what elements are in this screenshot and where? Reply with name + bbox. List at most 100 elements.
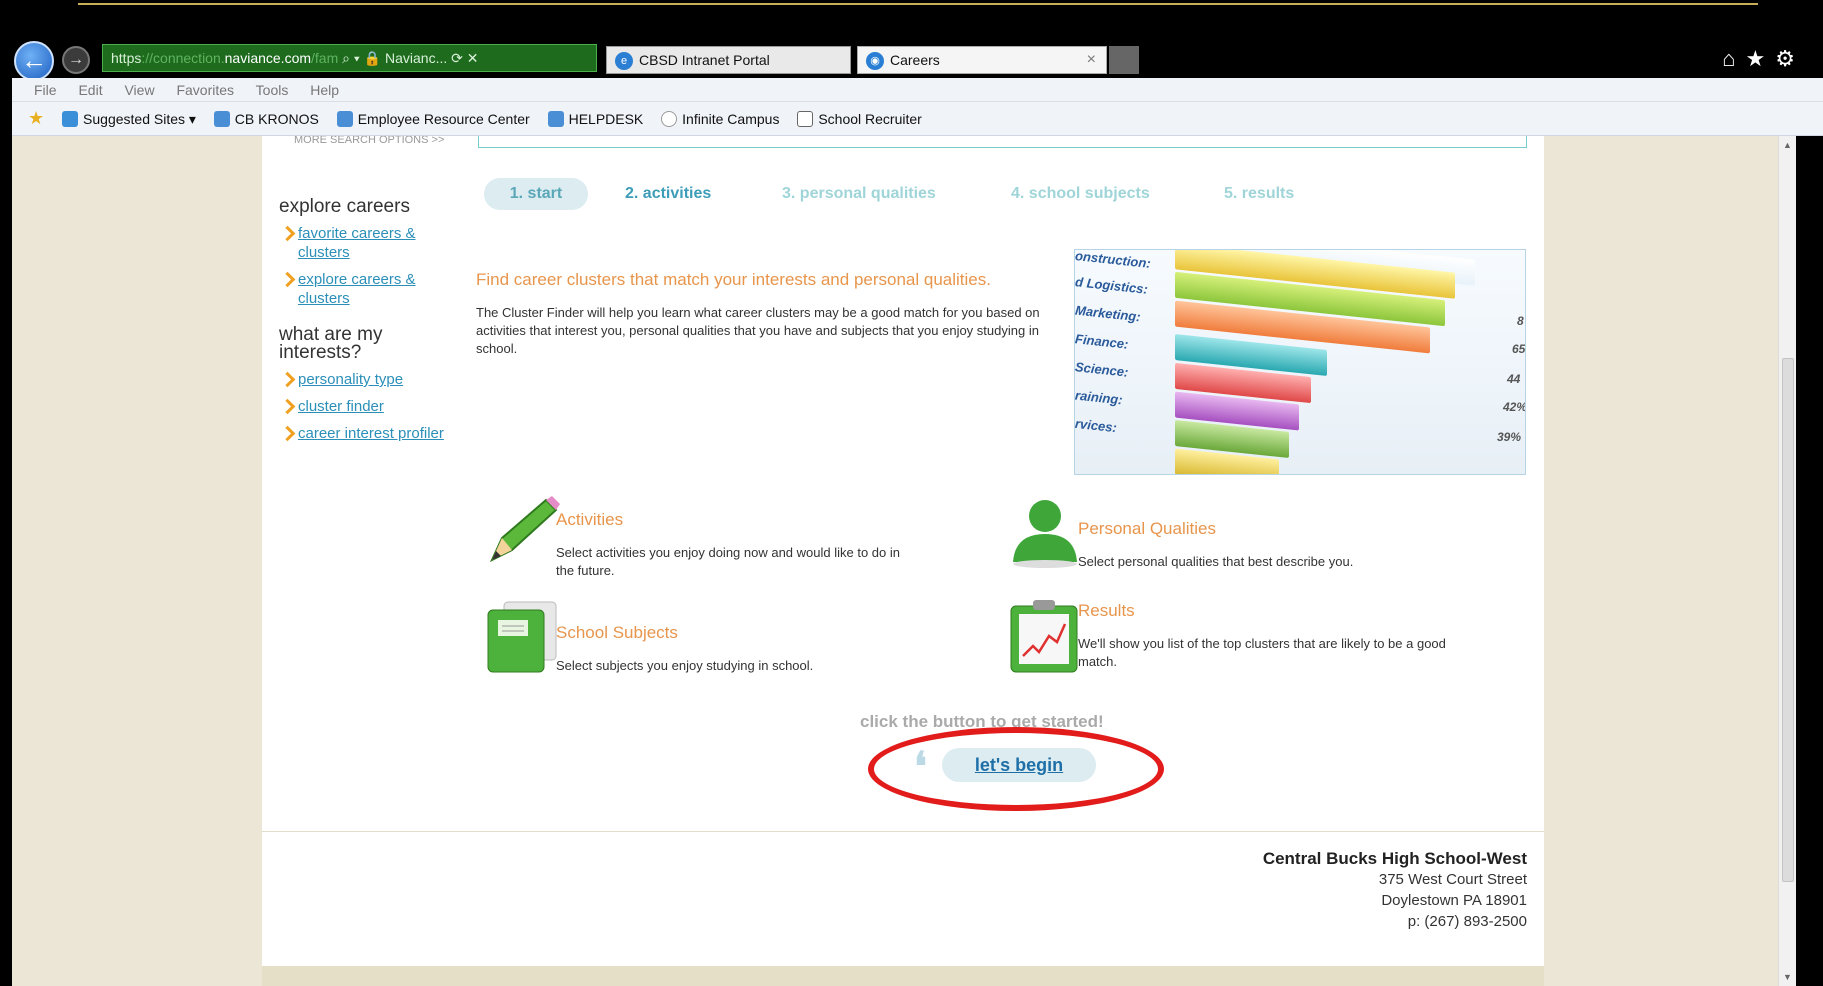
window-top-border [78, 3, 1758, 5]
sidebar-heading-interests: what are my interests? [279, 324, 383, 363]
feature-activities: Activities Select activities you enjoy d… [556, 510, 901, 580]
menu-edit[interactable]: Edit [78, 82, 102, 98]
page-content: MORE SEARCH OPTIONS >> explore careers f… [262, 136, 1544, 986]
activities-title: Activities [556, 510, 624, 529]
chart-percent: 44 [1507, 372, 1521, 386]
notebook-icon [482, 598, 562, 674]
back-arrow-icon[interactable]: ← [14, 41, 54, 81]
cluster-chart-image: onstruction: d Logistics: Marketing: Fin… [1074, 249, 1526, 475]
school-city: Doylestown PA 18901 [1381, 892, 1527, 909]
school-subjects-desc: Select subjects you enjoy studying in sc… [556, 658, 814, 673]
ie-icon: e [615, 52, 633, 70]
results-title: Results [1078, 601, 1135, 620]
address-bar[interactable]: https://connection.naviance.com/fam ⌕ ▾ … [102, 44, 597, 72]
scroll-down-icon[interactable]: ▼ [1783, 972, 1792, 982]
home-icon[interactable]: ⌂ [1722, 46, 1745, 71]
pencil-icon [482, 494, 562, 566]
chart-label: Science: [1074, 359, 1130, 380]
fav-infinite-campus[interactable]: Infinite Campus [661, 103, 779, 135]
vertical-scrollbar[interactable]: ▲ ▼ [1778, 136, 1796, 986]
tab-cbsd-intranet[interactable]: e CBSD Intranet Portal [606, 46, 851, 74]
tab-label: CBSD Intranet Portal [639, 52, 770, 68]
chart-percent: 65 [1512, 342, 1526, 356]
step-personal-qualities: 3. personal qualities [782, 185, 936, 202]
menu-file[interactable]: File [34, 82, 57, 98]
menu-tools[interactable]: Tools [256, 82, 289, 98]
step-results: 5. results [1224, 185, 1295, 202]
school-name: Central Bucks High School-West [1262, 849, 1527, 868]
scroll-up-icon[interactable]: ▲ [1783, 140, 1792, 150]
step-school-subjects: 4. school subjects [1011, 185, 1150, 202]
personal-qualities-title: Personal Qualities [1078, 519, 1216, 538]
menu-help[interactable]: Help [310, 82, 339, 98]
personal-qualities-desc: Select personal qualities that best desc… [1078, 554, 1354, 569]
footer: Central Bucks High School-West 375 West … [262, 831, 1544, 966]
school-street: 375 West Court Street [1378, 871, 1527, 888]
step-activities[interactable]: 2. activities [625, 178, 711, 210]
feature-school-subjects: School Subjects Select subjects you enjo… [556, 623, 886, 675]
footer-band [262, 966, 1544, 986]
menu-bar: File Edit View Favorites Tools Help [12, 78, 1823, 102]
intro-title: Find career clusters that match your int… [476, 270, 991, 289]
sidebar-link-career-interest-profiler[interactable]: career interest profiler [279, 424, 459, 443]
school-address-block: Central Bucks High School-West 375 West … [1263, 848, 1527, 932]
menu-favorites[interactable]: Favorites [176, 82, 234, 98]
fav-employee-resource-center[interactable]: Employee Resource Center [336, 103, 530, 135]
sidebar: explore careers favorite careers & clust… [279, 196, 459, 451]
sidebar-link-favorite-careers[interactable]: favorite careers & clusters [279, 224, 459, 262]
chart-label: raining: [1074, 387, 1124, 408]
chart-label: onstruction: [1074, 249, 1152, 271]
clipboard-chart-icon [1007, 598, 1085, 676]
close-icon[interactable]: × [1087, 47, 1096, 73]
feature-personal-qualities: Personal Qualities Select personal quali… [1078, 519, 1478, 571]
sidebar-link-explore-careers[interactable]: explore careers & clusters [279, 270, 459, 308]
gear-icon[interactable]: ⚙ [1775, 46, 1805, 71]
chart-label: Marketing: [1074, 302, 1142, 325]
person-icon [1007, 496, 1083, 568]
url-domain: naviance.com [224, 50, 312, 66]
feature-results: Results We'll show you list of the top c… [1078, 601, 1468, 671]
sidebar-heading-explore: explore careers [279, 196, 410, 217]
browser-window: ← → https://connection.naviance.com/fam … [0, 0, 1823, 986]
tab-label: Careers [890, 52, 940, 68]
more-search-link[interactable]: MORE SEARCH OPTIONS >> [294, 136, 444, 146]
tab-careers[interactable]: ◉ Careers × [857, 46, 1107, 74]
school-subjects-title: School Subjects [556, 623, 678, 642]
step-start[interactable]: 1. start [484, 178, 588, 210]
site-identity[interactable]: Navianc... [385, 50, 447, 66]
fav-cb-kronos[interactable]: CB KRONOS [213, 103, 319, 135]
new-tab-button[interactable] [1109, 46, 1139, 74]
forward-arrow-icon[interactable]: → [62, 46, 90, 74]
url-prefix: ://connection. [141, 50, 225, 66]
sidebar-link-personality-type[interactable]: personality type [279, 370, 459, 389]
intro-text: The Cluster Finder will help you learn w… [476, 305, 1040, 356]
chart-percent: 39% [1497, 430, 1522, 444]
activities-desc: Select activities you enjoy doing now an… [556, 545, 900, 578]
search-box-edge [478, 136, 1527, 148]
fav-suggested-sites[interactable]: Suggested Sites ▾ [62, 103, 196, 135]
search-icon[interactable]: ⌕ ▾ [342, 50, 364, 66]
scroll-thumb[interactable] [1782, 358, 1794, 882]
red-circle-annotation [868, 727, 1164, 811]
globe-icon: ◉ [866, 52, 884, 70]
url-suffix: /fam [311, 50, 339, 66]
chart-percent: 42% [1503, 400, 1526, 414]
lock-icon: 🔒 [363, 50, 382, 66]
favorites-bar: ★ Suggested Sites ▾ CB KRONOS Employee R… [12, 102, 1823, 136]
school-phone: p: (267) 893-2500 [1407, 913, 1527, 930]
sidebar-link-cluster-finder[interactable]: cluster finder [279, 397, 459, 416]
refresh-icon[interactable]: ⟳ ✕ [451, 50, 478, 66]
fav-school-recruiter[interactable]: School Recruiter [797, 103, 922, 135]
chart-label: Finance: [1074, 331, 1130, 352]
chart-label: d Logistics: [1074, 274, 1149, 297]
browser-toolbar: ← → https://connection.naviance.com/fam … [12, 36, 1823, 81]
star-icon[interactable]: ★ [1746, 46, 1776, 71]
page-viewport: MORE SEARCH OPTIONS >> explore careers f… [12, 136, 1796, 986]
chart-percent: 8 [1517, 314, 1524, 328]
fav-helpdesk[interactable]: HELPDESK [547, 103, 643, 135]
menu-view[interactable]: View [124, 82, 154, 98]
chart-label: rvices: [1074, 415, 1118, 436]
favorites-star-icon[interactable]: ★ [28, 102, 44, 134]
results-desc: We'll show you list of the top clusters … [1078, 636, 1446, 669]
url-scheme: https [111, 50, 142, 66]
